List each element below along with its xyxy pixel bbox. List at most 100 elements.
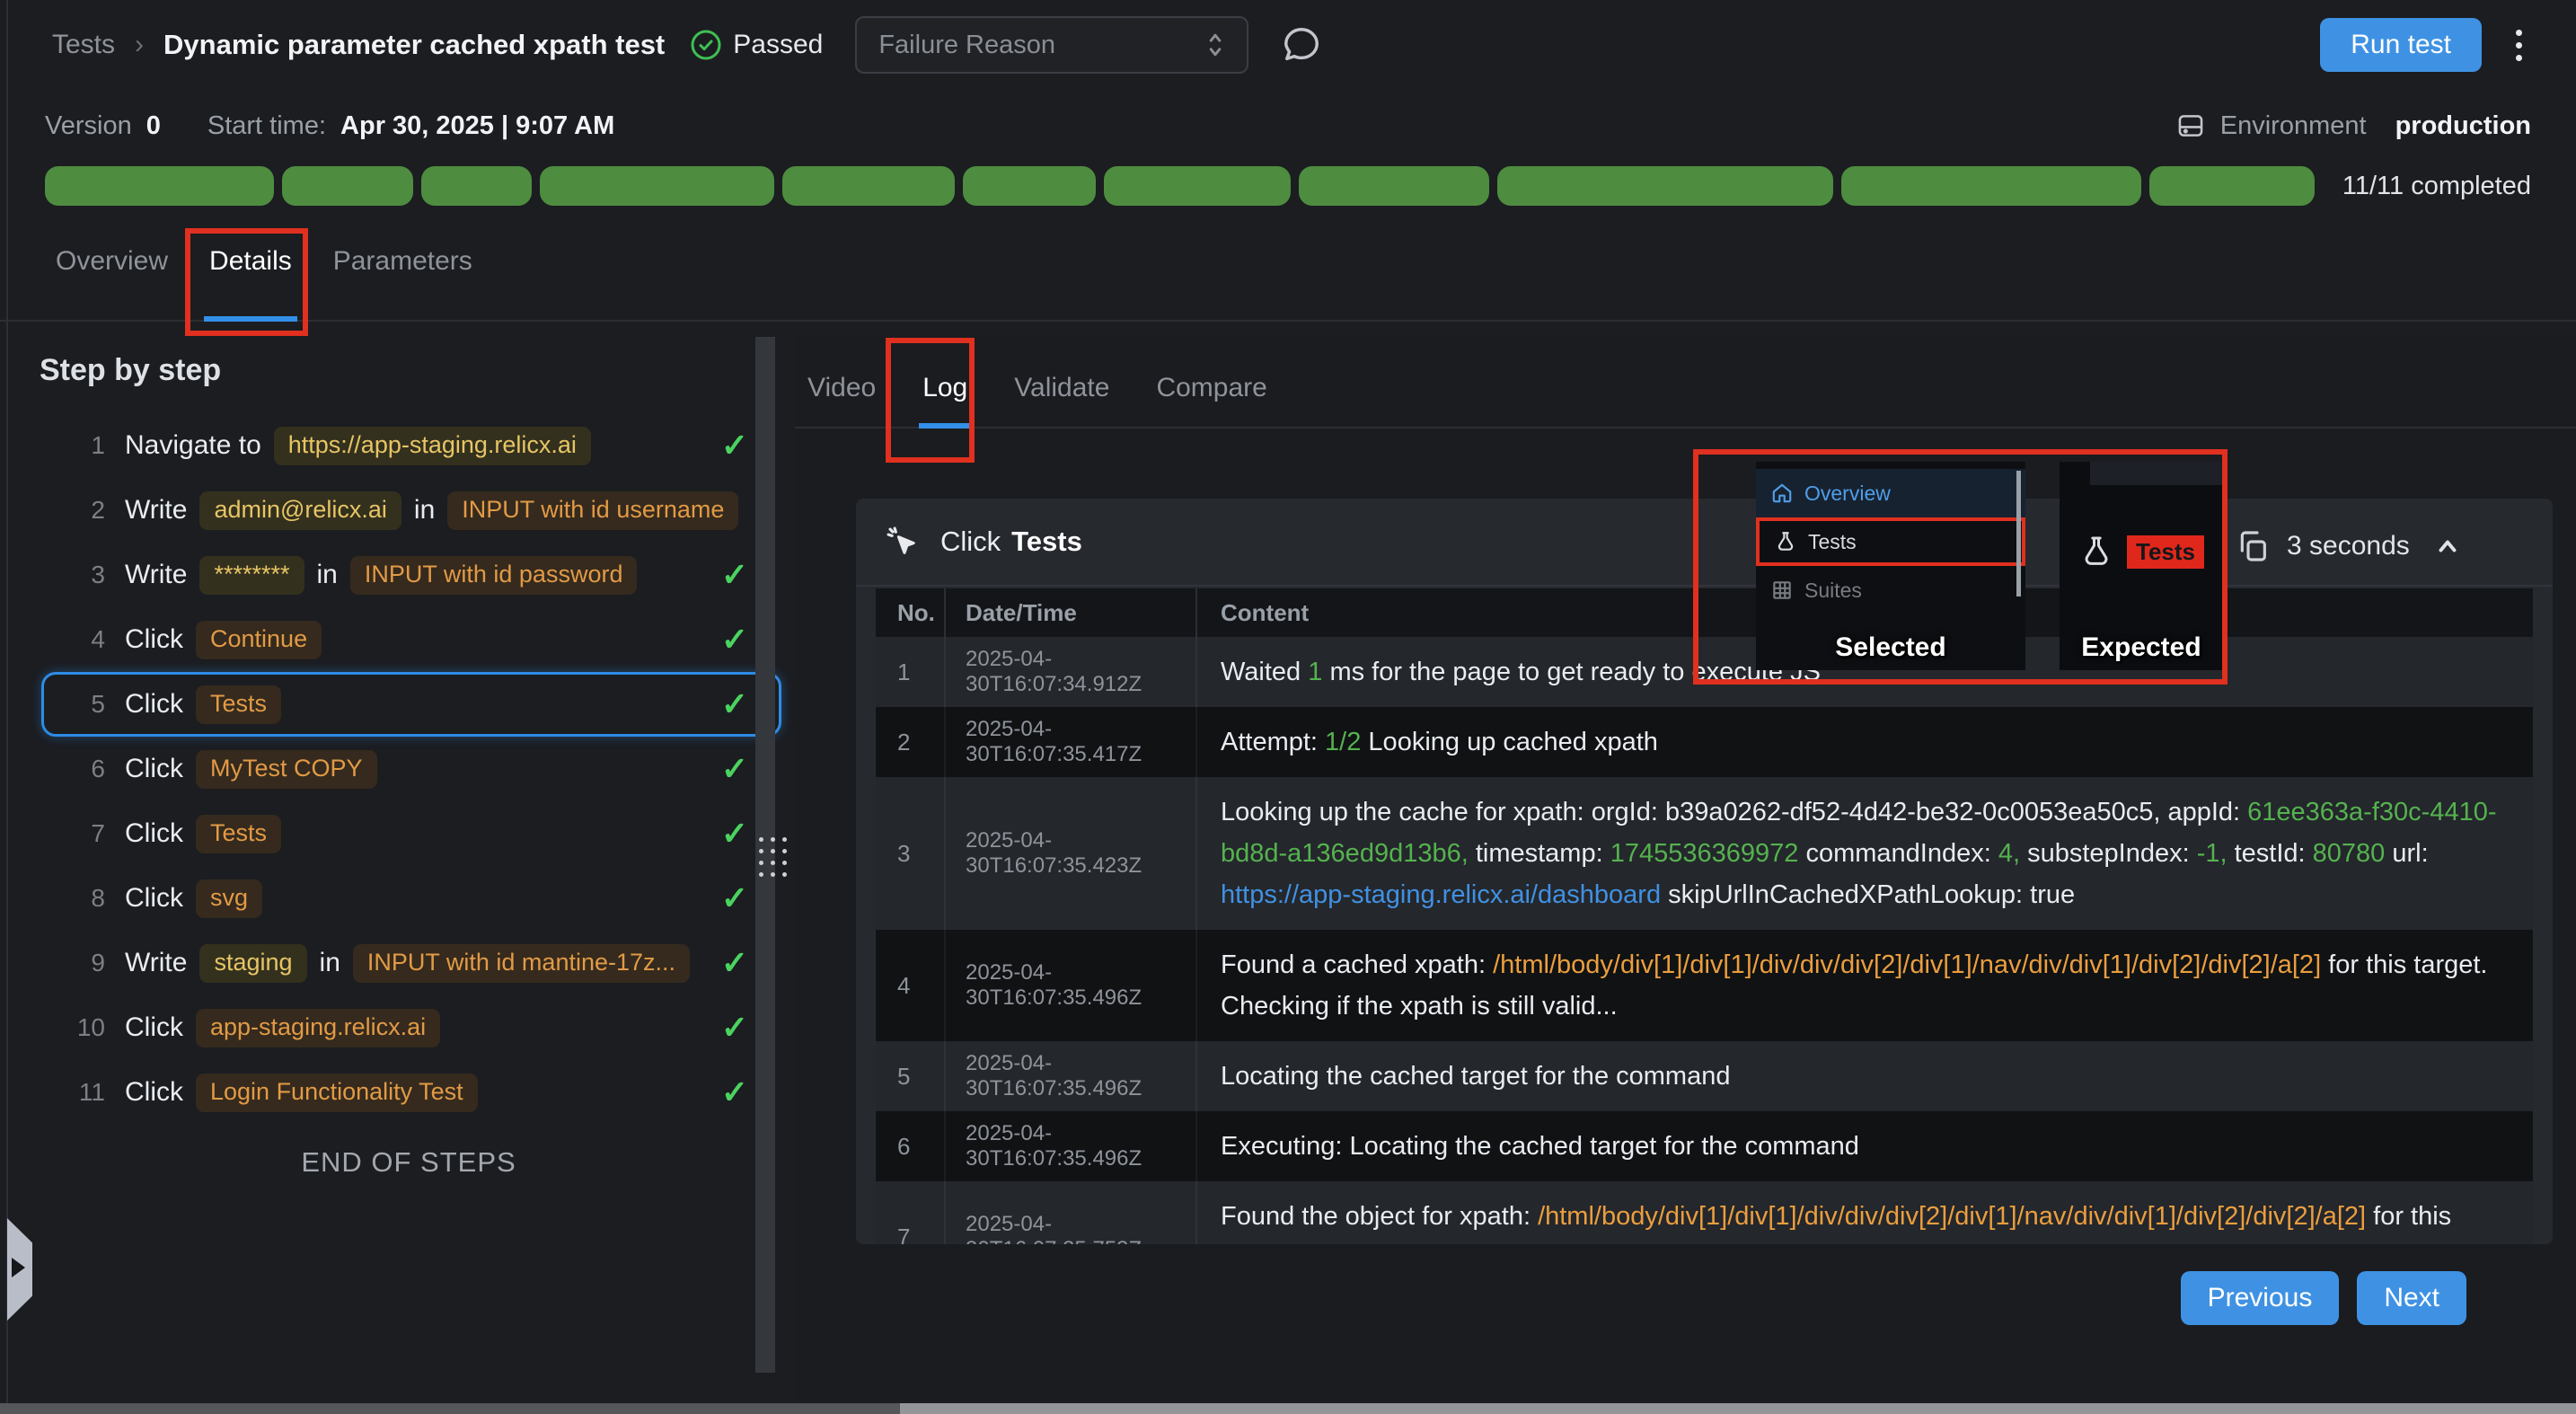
step-status-check: ✓ [721,879,748,917]
progress-segment [2149,166,2314,206]
log-row-number: 2 [876,707,946,777]
steps-panel: Step by step 1Navigate tohttps://app-sta… [27,337,790,1374]
step-row[interactable]: 5ClickTests✓ [41,672,781,737]
meta-row: Version 0 Start time: Apr 30, 2025 | 9:0… [0,90,2576,162]
log-content-part: timestamp: [1469,839,1610,868]
top-bar: Tests › Dynamic parameter cached xpath t… [0,0,2576,90]
progress-segment [1497,166,1833,206]
status-label: Passed [733,30,823,60]
step-target-chip: svg [196,879,262,918]
mini-nav-label: Overview [1804,482,1891,506]
log-row-timestamp: 2025-04-30T16:07:35.423Z [946,777,1197,930]
log-content-part: skipUrlInCachedXPathLookup: true [1661,880,2075,909]
step-status-check: ✓ [721,685,748,723]
flask-icon [1774,530,1797,553]
step-target-chip: Continue [196,621,322,659]
failure-reason-select[interactable]: Failure Reason [855,16,1248,74]
progress-bar [45,166,2315,206]
step-action-text: Write [125,948,187,978]
step-number: 1 [64,431,105,460]
log-table-row: 72025-04-30T16:07:35.753ZFound the objec… [876,1181,2533,1244]
environment-value: production [2395,111,2531,141]
log-content-part: 80780 [2313,839,2386,868]
step-number: 2 [64,496,105,525]
log-row-number: 4 [876,930,946,1041]
step-row[interactable]: 6ClickMyTest COPY✓ [41,737,781,801]
left-edge-divider [6,0,8,1414]
step-number: 5 [64,690,105,719]
log-row-number: 3 [876,777,946,930]
step-row[interactable]: 1Navigate tohttps://app-staging.relicx.a… [41,413,781,478]
selected-thumbnail[interactable]: OverviewTestsSuites Selected [1756,462,2025,670]
next-button[interactable]: Next [2357,1271,2466,1325]
step-action-text: Click [125,818,183,849]
log-row-content: Found the object for xpath: /html/body/d… [1197,1181,2533,1244]
previous-button[interactable]: Previous [2181,1271,2340,1325]
tab-details[interactable]: Details [204,246,297,322]
step-status-check: ✓ [721,1009,748,1047]
tab-validate[interactable]: Validate [1010,373,1113,427]
progress-segment [282,166,413,206]
step-row[interactable]: 11ClickLogin Functionality Test✓ [41,1060,781,1125]
step-action-text: Write [125,560,187,590]
log-sub-tabs: Video Log Validate Compare [795,337,2576,429]
step-number: 9 [64,949,105,977]
mini-nav-item-overview: Overview [1756,469,2025,517]
step-action-text: in [414,495,435,526]
step-target-chip: Tests [196,815,281,853]
tab-video[interactable]: Video [804,373,879,427]
log-table: No. Date/Time Content 12025-04-30T16:07:… [876,588,2533,1244]
version-label: Version [45,111,132,141]
step-target-chip: INPUT with id username [447,491,738,530]
step-number: 6 [64,755,105,783]
log-content-part: Found the object for xpath: [1221,1202,1538,1231]
tab-log[interactable]: Log [919,373,971,429]
step-value-chip: https://app-staging.relicx.ai [274,427,591,465]
log-row-content: Found a cached xpath: /html/body/div[1]/… [1197,930,2533,1041]
mini-scrollbar [2016,471,2021,597]
expected-target-highlight: Tests [2127,535,2204,569]
log-row-timestamp: 2025-04-30T16:07:35.417Z [946,707,1197,777]
log-content-part: https://app-staging.relicx.ai/dashboard [1221,880,1661,909]
breadcrumb-tests[interactable]: Tests [52,30,115,60]
log-content-part: Waited [1221,658,1308,686]
kebab-menu-icon[interactable] [2501,21,2536,70]
resizer-grip-icon[interactable] [759,837,787,877]
tab-overview[interactable]: Overview [50,246,173,320]
horizontal-scrollbar-thumb[interactable] [900,1403,2576,1414]
page-title: Dynamic parameter cached xpath test [163,29,665,61]
progress-segment [540,166,774,206]
log-card: Click Tests No. Date/Time Content 12025-… [856,499,2553,1244]
log-content-part: Attempt: [1221,728,1325,756]
expected-thumbnail[interactable]: Tests Expected [2060,462,2223,670]
tab-compare[interactable]: Compare [1152,373,1270,427]
log-content-part: Looking up cached xpath [1361,728,1658,756]
horizontal-scrollbar[interactable] [0,1403,2576,1414]
log-row-timestamp: 2025-04-30T16:07:35.496Z [946,1041,1197,1111]
step-number: 7 [64,819,105,848]
copy-icon[interactable] [2235,528,2271,564]
step-row[interactable]: 7ClickTests✓ [41,801,781,866]
step-action-text: Click [125,1012,183,1043]
comment-icon[interactable] [1281,24,1322,66]
step-row[interactable]: 3Write********inINPUT with id password✓ [41,543,781,607]
steps-list: 1Navigate tohttps://app-staging.relicx.a… [27,413,790,1125]
duration-text: 3 seconds [2287,531,2410,561]
breadcrumb-separator: › [135,30,144,60]
tab-parameters[interactable]: Parameters [328,246,478,320]
expected-caption: Expected [2060,632,2223,663]
step-row[interactable]: 10Clickapp-staging.relicx.ai✓ [41,995,781,1060]
log-content-part: /html/body/div[1]/div[1]/div/div/div[2]/… [1538,1202,2366,1231]
mini-nav: OverviewTestsSuites [1756,462,2025,614]
collapse-chevron-icon[interactable] [2431,530,2464,562]
step-row[interactable]: 8Clicksvg✓ [41,866,781,931]
step-row[interactable]: 9WritestaginginINPUT with id mantine-17z… [41,931,781,995]
progress-segment [45,166,274,206]
step-row[interactable]: 2Writeadmin@relicx.aiinINPUT with id use… [41,478,781,543]
end-of-steps-label: END OF STEPS [27,1146,790,1179]
run-test-button[interactable]: Run test [2320,18,2482,72]
log-row-number: 7 [876,1181,946,1244]
log-panel: Video Log Validate Compare Click Tests N… [795,337,2576,1401]
step-row[interactable]: 4ClickContinue✓ [41,607,781,672]
progress-segment [1299,166,1489,206]
